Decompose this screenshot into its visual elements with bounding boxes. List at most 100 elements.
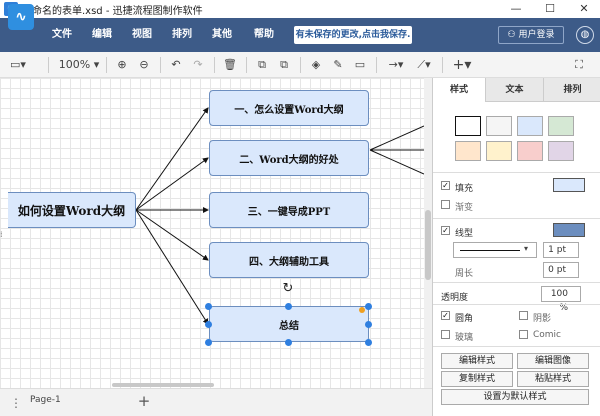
comic-label: Comic: [533, 330, 562, 340]
rotate-handle-icon[interactable]: ↻: [281, 282, 295, 296]
style-swatch[interactable]: [548, 141, 574, 161]
diagram-canvas[interactable]: 如何设置Word大纲 一、怎么设置Word大纲 二、Word大纲的好处 三、一键…: [0, 78, 424, 388]
zoom-select[interactable]: 100% ▾: [58, 56, 100, 74]
fill-color-icon[interactable]: ◈: [308, 56, 324, 74]
undo-icon[interactable]: ↶: [168, 56, 184, 74]
menu-file[interactable]: 文件: [52, 18, 72, 52]
line-pattern-select[interactable]: ▾: [453, 242, 537, 258]
menu-edit[interactable]: 编辑: [92, 18, 112, 52]
maximize-button[interactable]: ☐: [534, 0, 566, 18]
close-button[interactable]: ✕: [568, 0, 600, 18]
page-view-icon[interactable]: ▭▾: [8, 56, 28, 74]
node-1[interactable]: 一、怎么设置Word大纲: [209, 90, 369, 126]
line-width-input[interactable]: 1 pt: [543, 242, 579, 258]
tab-text[interactable]: 文本: [485, 78, 543, 102]
format-panel: 样式 文本 排列 ✓ 填充 渐变 ✓ 线型 ▾ 1 pt 周长 0 pt 透明度…: [432, 78, 600, 416]
delete-icon[interactable]: 🗑: [222, 56, 238, 74]
page-tab[interactable]: Page-1: [30, 395, 61, 405]
resize-handle[interactable]: [285, 303, 292, 310]
zoom-out-icon[interactable]: ⊖: [136, 56, 152, 74]
resize-handle[interactable]: [365, 339, 372, 346]
menu-other[interactable]: 其他: [212, 18, 232, 52]
waypoint-icon[interactable]: ⟋▾: [412, 56, 436, 74]
copy-style-button[interactable]: 复制样式: [441, 371, 513, 387]
divider: [48, 57, 49, 73]
login-label: 用户登录: [518, 30, 555, 40]
divider: [376, 57, 377, 73]
insert-icon[interactable]: +▾: [450, 56, 474, 74]
line-label: 线型: [455, 229, 474, 239]
node-2[interactable]: 二、Word大纲的好处: [209, 140, 369, 176]
line-color-picker[interactable]: [553, 223, 585, 237]
style-swatch[interactable]: [517, 141, 543, 161]
comic-checkbox[interactable]: [519, 330, 528, 339]
style-swatch[interactable]: [517, 116, 543, 136]
gradient-checkbox[interactable]: [441, 200, 450, 209]
minimize-button[interactable]: —: [500, 0, 532, 18]
save-notice-button[interactable]: 有未保存的更改,点击我保存.: [294, 26, 412, 44]
fill-checkbox[interactable]: ✓: [441, 181, 450, 190]
corner-radius-handle[interactable]: [359, 307, 365, 313]
style-swatch[interactable]: [486, 116, 512, 136]
zoom-in-icon[interactable]: ⊕: [114, 56, 130, 74]
menu-view[interactable]: 视图: [132, 18, 152, 52]
horizontal-scroll-thumb[interactable]: [112, 383, 214, 387]
pages-menu-icon[interactable]: ⋮: [10, 393, 22, 413]
resize-handle[interactable]: [205, 303, 212, 310]
login-button[interactable]: ⚇ 用户登录: [498, 26, 564, 44]
redo-icon[interactable]: ↷: [190, 56, 206, 74]
window-title: 未命名的表单.xsd - 迅捷流程图制作软件: [22, 6, 203, 17]
resize-handle[interactable]: [285, 339, 292, 346]
line-checkbox[interactable]: ✓: [441, 226, 450, 235]
glass-checkbox[interactable]: [441, 330, 450, 339]
edit-image-button[interactable]: 编辑图像: [517, 353, 589, 369]
connector: [135, 209, 209, 261]
chevron-down-icon: ▾: [524, 244, 529, 253]
tab-style[interactable]: 样式: [433, 78, 485, 102]
resize-handle[interactable]: [365, 321, 372, 328]
opacity-label: 透明度: [441, 293, 469, 303]
rounded-label: 圆角: [455, 314, 474, 324]
connector: [369, 149, 424, 175]
root-node[interactable]: 如何设置Word大纲: [8, 192, 136, 228]
node-4[interactable]: 四、大纲辅助工具: [209, 242, 369, 278]
menu-help[interactable]: 帮助: [254, 18, 274, 52]
style-swatch[interactable]: [548, 116, 574, 136]
perimeter-input[interactable]: 0 pt: [543, 262, 579, 278]
style-swatch[interactable]: [455, 141, 481, 161]
vertical-scroll-thumb[interactable]: [425, 210, 431, 280]
fullscreen-icon[interactable]: ⛶: [570, 56, 588, 74]
divider: [106, 57, 107, 73]
style-swatch[interactable]: [486, 141, 512, 161]
style-swatch[interactable]: [455, 116, 481, 136]
menu-arrange[interactable]: 排列: [172, 18, 192, 52]
divider: [433, 218, 600, 219]
resize-handle[interactable]: [205, 321, 212, 328]
opacity-input[interactable]: 100 %: [541, 286, 581, 313]
divider: [300, 57, 301, 73]
resize-handle[interactable]: [365, 303, 372, 310]
to-front-icon[interactable]: ⧉: [254, 56, 270, 74]
node-summary[interactable]: 总结: [209, 306, 369, 342]
shadow-icon[interactable]: ▭: [352, 56, 368, 74]
divider: [433, 304, 600, 305]
shadow-checkbox[interactable]: [519, 311, 528, 320]
set-default-style-button[interactable]: 设置为默认样式: [441, 389, 589, 405]
to-back-icon[interactable]: ⧉: [276, 56, 292, 74]
divider: [246, 57, 247, 73]
line-color-icon[interactable]: ✎: [330, 56, 346, 74]
zoom-value: 100%: [58, 58, 91, 71]
connection-icon[interactable]: →▾: [384, 56, 408, 74]
add-page-button[interactable]: +: [136, 391, 152, 411]
node-3[interactable]: 三、一键导成PPT: [209, 192, 369, 228]
connector: [135, 157, 209, 211]
fill-color-picker[interactable]: [553, 178, 585, 192]
tab-arrange[interactable]: 排列: [543, 78, 600, 102]
edit-style-button[interactable]: 编辑样式: [441, 353, 513, 369]
resize-handle[interactable]: [205, 339, 212, 346]
globe-icon[interactable]: ◍: [576, 26, 594, 44]
rounded-checkbox[interactable]: ✓: [441, 311, 450, 320]
paste-style-button[interactable]: 粘贴样式: [517, 371, 589, 387]
left-splitter-icon[interactable]: ⁞: [0, 230, 4, 250]
line-pattern-preview: [460, 250, 520, 251]
